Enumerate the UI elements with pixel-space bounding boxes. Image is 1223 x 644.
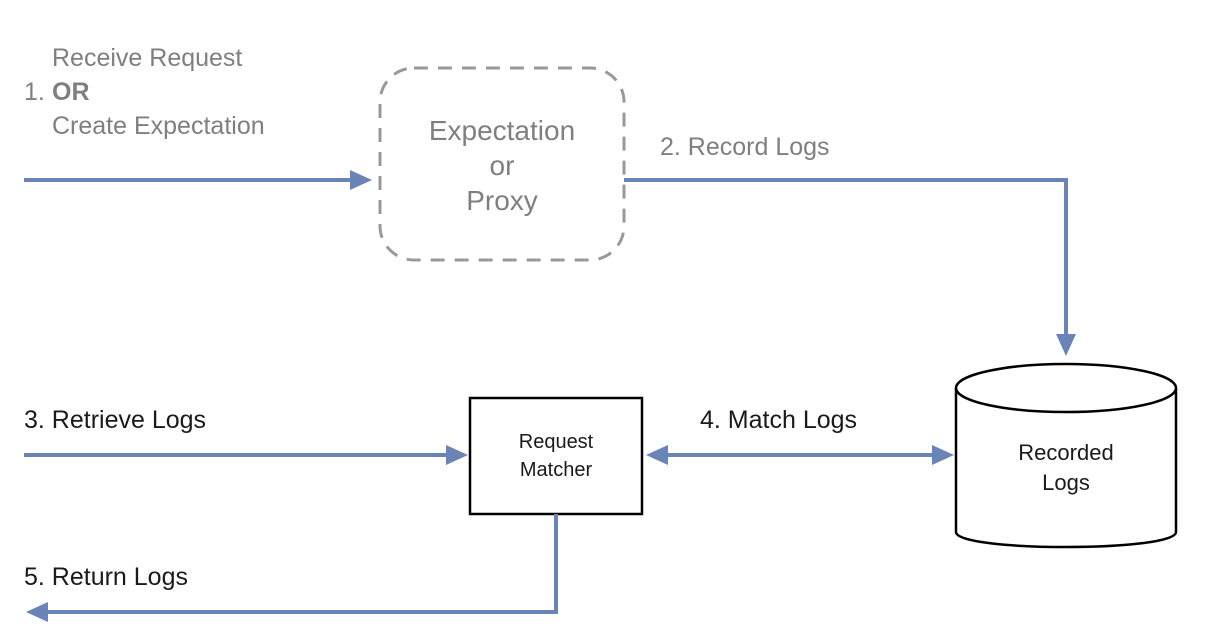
arrow-step1 (24, 170, 372, 190)
request-matcher-box (470, 398, 642, 514)
diagram-canvas: 1. Receive Request OR Create Expectation… (0, 0, 1223, 644)
step1-or: OR (52, 78, 90, 106)
expectation-box-line3: Proxy (466, 185, 538, 216)
request-matcher-line1: Request (519, 431, 594, 453)
request-matcher-line2: Matcher (520, 459, 593, 481)
arrow-step2 (624, 180, 1076, 356)
expectation-box-line1: Expectation (429, 115, 575, 146)
recorded-logs-cylinder: Recorded Logs (956, 364, 1176, 547)
expectation-box-line2: or (490, 150, 515, 181)
step1-line2: Create Expectation (52, 112, 265, 140)
arrow-step3 (24, 445, 468, 465)
step2-label: 2. Record Logs (660, 133, 830, 161)
arrow-step4 (646, 445, 954, 465)
step3-label: 3. Retrieve Logs (24, 406, 206, 434)
step1-number: 1. (24, 78, 45, 106)
step1-line1: Receive Request (52, 44, 242, 72)
recorded-logs-line1: Recorded (1018, 440, 1113, 465)
step5-label: 5. Return Logs (24, 563, 188, 591)
step4-label: 4. Match Logs (700, 406, 857, 434)
recorded-logs-line2: Logs (1042, 470, 1090, 495)
